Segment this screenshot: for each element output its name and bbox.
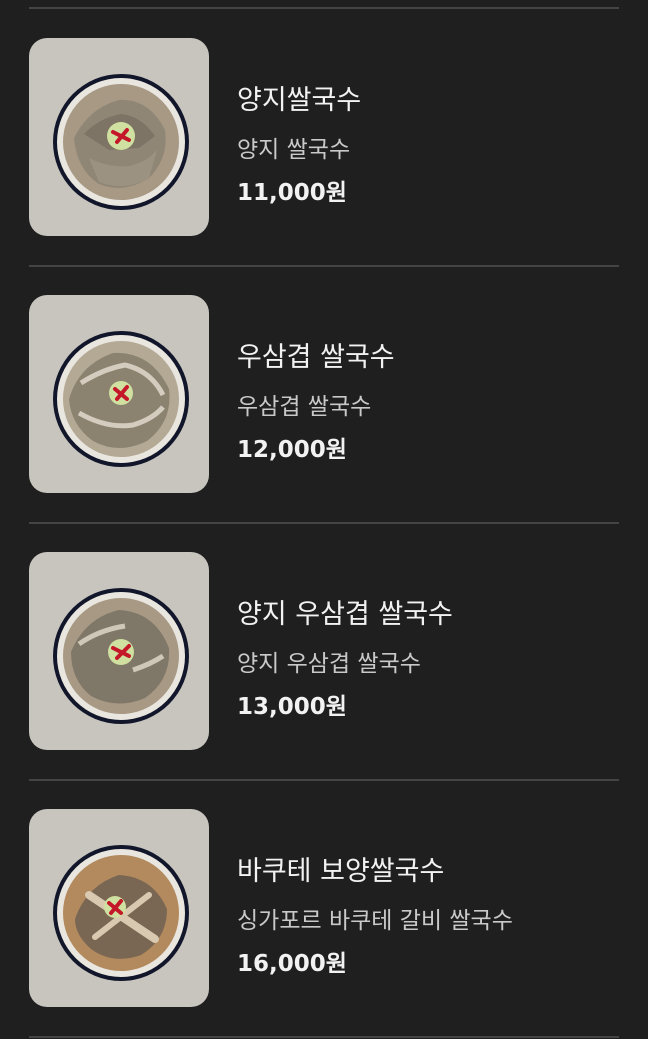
menu-item-photo (29, 809, 209, 1007)
menu-item-description: 양지 우삼겹 쌀국수 (237, 651, 421, 677)
menu-item-name: 우삼겹 쌀국수 (237, 342, 395, 373)
menu-item-description: 양지 쌀국수 (237, 137, 351, 163)
menu-item-description: 싱가포르 바쿠테 갈비 쌀국수 (237, 908, 513, 934)
menu-item[interactable]: 우삼겹 쌀국수 우삼겹 쌀국수 12,000원 (0, 265, 648, 522)
menu-item-price: 11,000원 (237, 180, 347, 206)
menu-item-description: 우삼겹 쌀국수 (237, 394, 372, 420)
menu-item-name: 양지 우삼겹 쌀국수 (237, 599, 453, 630)
menu-item-name: 양지쌀국수 (237, 85, 362, 116)
menu-item[interactable]: 바쿠테 보양쌀국수 싱가포르 바쿠테 갈비 쌀국수 16,000원 (0, 779, 648, 1036)
menu-item-name: 바쿠테 보양쌀국수 (237, 856, 445, 887)
menu-item-price: 16,000원 (237, 951, 347, 977)
menu-item-price: 13,000원 (237, 694, 347, 720)
menu-item[interactable]: 양지쌀국수 양지 쌀국수 11,000원 (0, 8, 648, 265)
divider (29, 1036, 619, 1038)
menu-item-photo (29, 38, 209, 236)
menu-item-price: 12,000원 (237, 437, 347, 463)
menu-item[interactable]: 양지 우삼겹 쌀국수 양지 우삼겹 쌀국수 13,000원 (0, 522, 648, 779)
menu-item-photo (29, 552, 209, 750)
menu-list: 양지쌀국수 양지 쌀국수 11,000원 우삼겹 쌀국수 우삼겹 쌀국수 12,… (0, 0, 648, 1039)
menu-item-photo (29, 295, 209, 493)
